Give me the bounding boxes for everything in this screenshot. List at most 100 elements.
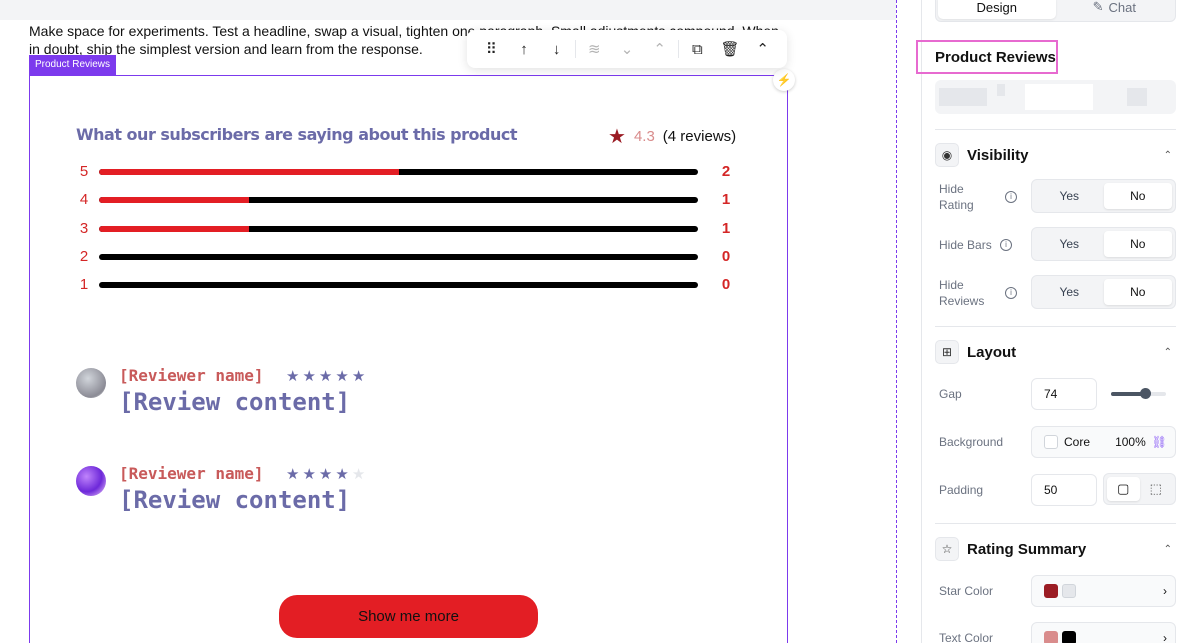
section-rating-summary[interactable]: ☆ Rating Summary ⌃	[935, 537, 1176, 561]
star-icon: ★	[318, 466, 336, 483]
rating-bar-count: 1	[721, 220, 731, 237]
rating-bar-stars: 2	[79, 248, 89, 265]
info-icon[interactable]: i	[1005, 191, 1017, 203]
review-stars: ★★★★★	[286, 465, 368, 483]
collapse-icon[interactable]: ⌃	[746, 34, 779, 64]
chat-icon: ✎	[1092, 0, 1104, 14]
product-reviews-widget[interactable]	[29, 75, 788, 643]
editor-stage: Make space for experiments. Test a headl…	[0, 0, 1179, 643]
chevron-up-icon[interactable]: ⌃	[1164, 347, 1172, 358]
widget-tag-label[interactable]: Product Reviews	[29, 55, 117, 75]
tab-chat[interactable]: ✎ Chat	[1056, 0, 1174, 19]
rating-bar-fill	[99, 226, 249, 232]
review-content: [Review content]	[119, 486, 351, 514]
star-color-picker[interactable]: ›	[1031, 575, 1176, 607]
padding-individual-icon[interactable]: ⬚	[1140, 477, 1173, 501]
star-icon: ★	[302, 368, 319, 385]
hide-rating-yes[interactable]: Yes	[1035, 183, 1104, 209]
redacted-segment	[1025, 84, 1093, 110]
rating-bar-row: 3 1	[76, 221, 736, 237]
block-toolbar: ⠿ ↑ ↓ ≋ ⌄ ⌃ ⧉ 🗑 ⌃	[467, 30, 787, 68]
text-color-label: Text Color	[939, 631, 994, 643]
chevron-right-icon[interactable]: ›	[1163, 631, 1167, 643]
move-up-icon[interactable]: ↑	[508, 34, 541, 64]
rating-bar-stars: 4	[79, 191, 89, 208]
section-visibility[interactable]: ◉ Visibility ⌃	[935, 143, 1176, 167]
rating-bar-row: 2 0	[76, 249, 736, 265]
page-canvas: Make space for experiments. Test a headl…	[0, 0, 896, 643]
star-color-swatch	[1044, 584, 1058, 598]
star-icon: ★	[608, 126, 626, 148]
background-swatch	[1044, 435, 1058, 449]
hide-bars-yes[interactable]: Yes	[1035, 231, 1104, 257]
delete-icon[interactable]: 🗑	[714, 34, 747, 64]
star-icon: ★	[335, 368, 352, 385]
text-color-swatch-secondary	[1062, 631, 1076, 643]
padding-label: Padding	[939, 483, 984, 497]
info-icon[interactable]: i	[1000, 239, 1012, 251]
selected-block-title: Product Reviews	[916, 40, 1058, 74]
hide-reviews-label: Hide Reviews	[939, 278, 985, 308]
section-divider	[935, 129, 1176, 130]
star-icon: ★	[286, 368, 303, 385]
info-icon[interactable]: i	[1005, 287, 1017, 299]
section-visibility-label: Visibility	[967, 146, 1029, 164]
chevron-up-icon[interactable]: ⌃	[1164, 150, 1172, 161]
hide-bars-label: Hide Bars	[939, 238, 992, 252]
star-icon: ★	[351, 368, 369, 385]
background-label: Background	[939, 435, 1004, 449]
rating-bar-count: 1	[721, 191, 731, 208]
hide-reviews-yes[interactable]: Yes	[1035, 279, 1104, 305]
rating-bar-stars: 5	[79, 163, 89, 180]
gap-input[interactable]: 74	[1031, 378, 1097, 410]
redacted-segment	[1127, 88, 1147, 106]
redacted-row	[935, 80, 1176, 114]
redacted-segment	[939, 88, 987, 106]
background-opacity: 100%	[1115, 435, 1146, 449]
review-item: [Reviewer name] ★★★★★ [Review content]	[76, 464, 476, 536]
rating-bar-fill	[99, 197, 249, 203]
rating-bar-row: 5 2	[76, 164, 736, 180]
review-stars: ★★★★★	[286, 367, 368, 385]
gap-label: Gap	[939, 387, 962, 401]
grid-icon: ⊞	[935, 340, 959, 364]
gap-slider[interactable]	[1111, 388, 1166, 399]
rating-bar-count: 2	[721, 163, 731, 180]
hide-rating-no[interactable]: No	[1103, 183, 1172, 209]
move-to-bottom-icon[interactable]: ⌄	[611, 34, 644, 64]
average-rating: 4.3	[633, 128, 655, 145]
section-layout-label: Layout	[967, 343, 1017, 361]
move-to-top-icon[interactable]: ⌃	[643, 34, 676, 64]
reviewer-name: [Reviewer name]	[119, 464, 264, 483]
star-empty-swatch	[1062, 584, 1076, 598]
hide-reviews-no[interactable]: No	[1103, 279, 1172, 305]
link-icon[interactable]: ⛓	[1152, 435, 1167, 449]
move-down-icon[interactable]: ↓	[540, 34, 573, 64]
section-rating-summary-label: Rating Summary	[967, 540, 1087, 558]
tab-design[interactable]: Design	[938, 0, 1056, 19]
hide-reviews-toggle: Yes No	[1031, 275, 1176, 309]
layers-icon[interactable]: ≋	[578, 34, 611, 64]
chevron-right-icon[interactable]: ›	[1163, 584, 1167, 598]
rating-bar-stars: 1	[79, 276, 89, 293]
star-icon: ★	[318, 368, 336, 385]
padding-uniform-icon[interactable]: ▢	[1107, 477, 1140, 501]
rating-bar-count: 0	[721, 276, 731, 293]
text-color-picker[interactable]: ›	[1031, 622, 1176, 643]
chevron-up-icon[interactable]: ⌃	[1164, 544, 1172, 555]
background-color-picker[interactable]: Core 100% ⛓	[1031, 426, 1176, 458]
show-more-button[interactable]: Show me more	[279, 595, 538, 638]
rating-bar-stars: 3	[79, 220, 89, 237]
section-divider	[935, 523, 1176, 524]
hide-bars-no[interactable]: No	[1103, 231, 1172, 257]
duplicate-icon[interactable]: ⧉	[681, 34, 714, 64]
section-layout[interactable]: ⊞ Layout ⌃	[935, 340, 1176, 364]
redacted-segment	[997, 84, 1005, 96]
padding-input[interactable]: 50	[1031, 474, 1097, 506]
star-icon: ★	[335, 466, 352, 483]
bolt-icon[interactable]: ⚡	[773, 69, 795, 91]
reviewer-name: [Reviewer name]	[119, 366, 264, 385]
text-color-swatch	[1044, 631, 1058, 643]
drag-handle-icon[interactable]: ⠿	[475, 34, 508, 64]
gap-slider-handle[interactable]	[1140, 388, 1152, 399]
